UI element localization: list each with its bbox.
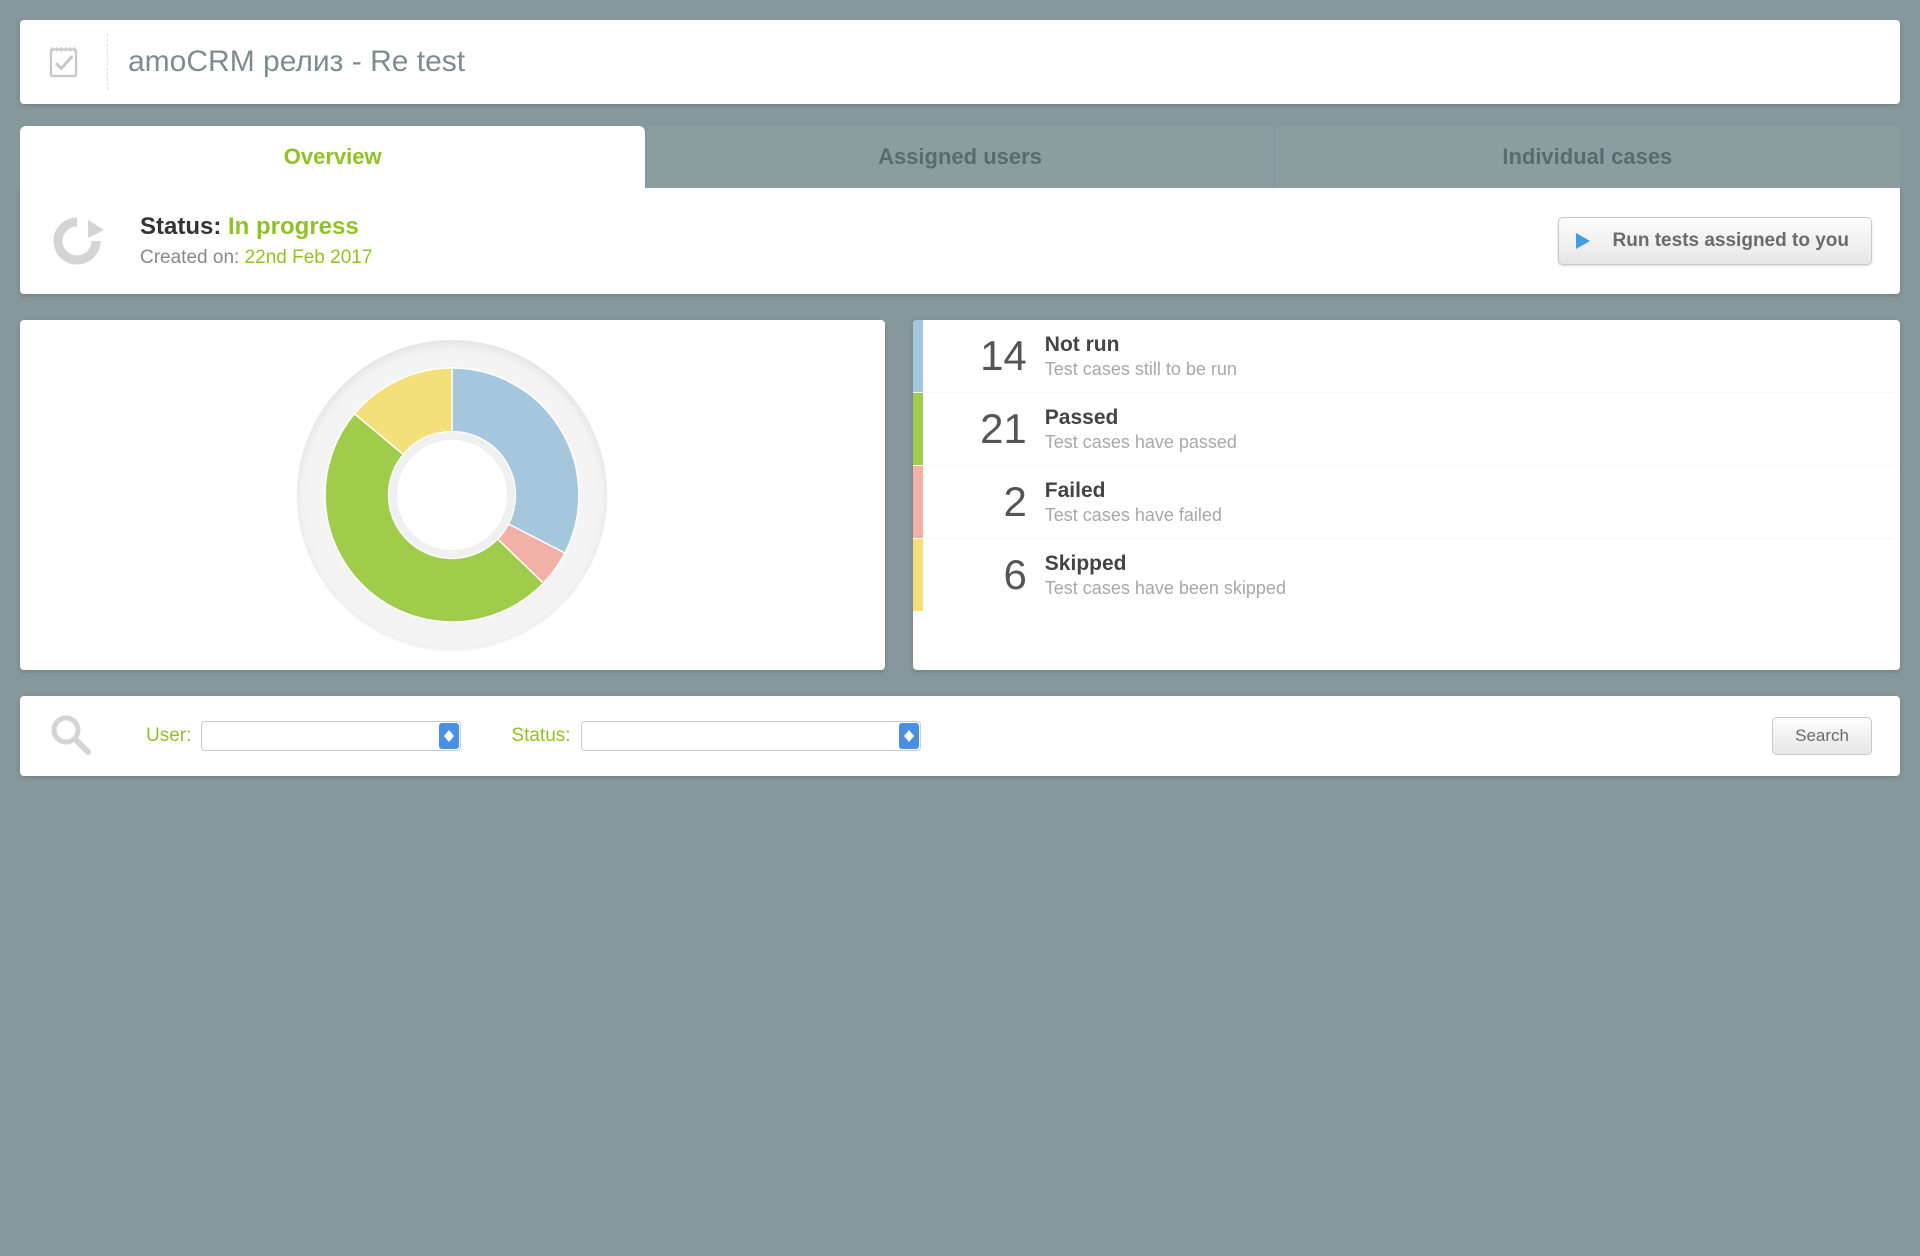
- search-icon: [48, 712, 96, 760]
- status-select[interactable]: [581, 721, 921, 751]
- stat-failed[interactable]: 2 Failed Test cases have failed: [913, 466, 1900, 539]
- status-filter-label: Status:: [511, 725, 570, 747]
- stat-skipped[interactable]: 6 Skipped Test cases have been skipped: [913, 539, 1900, 611]
- created-label: Created on:: [140, 247, 239, 268]
- status-filter: Status:: [511, 721, 920, 751]
- status-value: In progress: [228, 213, 359, 240]
- page-title: amoCRM релиз - Re test: [128, 45, 465, 79]
- stat-passed[interactable]: 21 Passed Test cases have passed: [913, 393, 1900, 466]
- status-label: Status:: [140, 213, 221, 240]
- user-filter: User:: [146, 721, 461, 751]
- search-bar: User: Status: Search: [20, 696, 1900, 776]
- page-header: amoCRM релиз - Re test: [20, 20, 1900, 104]
- user-filter-label: User:: [146, 725, 191, 747]
- stat-stripe: [913, 393, 923, 465]
- tabs-panel: Overview Assigned users Individual cases…: [20, 126, 1900, 294]
- status-text: Status: In progress Created on: 22nd Feb…: [140, 213, 1558, 269]
- stat-title: Failed: [1045, 479, 1222, 503]
- chart-card: [20, 320, 885, 670]
- stat-not-run[interactable]: 14 Not run Test cases still to be run: [913, 320, 1900, 393]
- stat-count: 21: [927, 405, 1027, 453]
- stat-subtitle: Test cases have passed: [1045, 432, 1237, 453]
- donut-chart: [297, 340, 607, 650]
- stat-count: 2: [927, 478, 1027, 526]
- stat-count: 6: [927, 551, 1027, 599]
- tab-overview[interactable]: Overview: [20, 126, 645, 188]
- notes-icon: [48, 34, 108, 90]
- stat-count: 14: [927, 332, 1027, 380]
- run-tests-label: Run tests assigned to you: [1613, 230, 1849, 252]
- stat-stripe: [913, 320, 923, 392]
- run-tests-button[interactable]: Run tests assigned to you: [1558, 217, 1872, 265]
- user-select[interactable]: [201, 721, 461, 751]
- stat-stripe: [913, 466, 923, 538]
- status-panel: Status: In progress Created on: 22nd Feb…: [20, 188, 1900, 294]
- stat-title: Not run: [1045, 333, 1237, 357]
- tab-individual-cases[interactable]: Individual cases: [1275, 126, 1900, 188]
- stat-title: Passed: [1045, 406, 1237, 430]
- stats-card: 14 Not run Test cases still to be run 21…: [913, 320, 1900, 670]
- search-button[interactable]: Search: [1772, 717, 1872, 755]
- tabs: Overview Assigned users Individual cases: [20, 126, 1900, 188]
- refresh-icon[interactable]: [48, 212, 106, 270]
- created-value: 22nd Feb 2017: [245, 247, 373, 268]
- stat-subtitle: Test cases have been skipped: [1045, 578, 1286, 599]
- tab-assigned-users[interactable]: Assigned users: [647, 126, 1272, 188]
- play-icon: [1573, 231, 1593, 251]
- stat-stripe: [913, 539, 923, 611]
- stat-subtitle: Test cases still to be run: [1045, 359, 1237, 380]
- stat-title: Skipped: [1045, 552, 1286, 576]
- stat-subtitle: Test cases have failed: [1045, 505, 1222, 526]
